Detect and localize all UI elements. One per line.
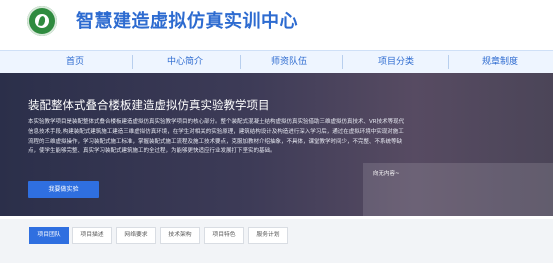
tab-project-description[interactable]: 项目描述 [72,227,112,244]
nav-item-project-categories[interactable]: 项目分类 [361,51,431,73]
project-tabs: 项目团队 项目描述 网络要求 技术架构 项目特色 服务计划 [0,219,553,263]
start-experiment-button[interactable]: 我要做实验 [28,181,99,198]
nav-divider [132,55,133,69]
project-title: 装配整体式叠合楼板建造虚拟仿真实验教学项目 [28,98,270,112]
project-description: 本实验教学项目是装配整体式叠合楼板建造虚拟仿真实验教学项目的核心部分。整个装配式… [28,119,405,155]
side-panel-label: 向无内容~ [373,171,400,177]
nav-item-regulations[interactable]: 规章制度 [465,51,535,73]
nav-item-home[interactable]: 首页 [40,51,110,73]
main-nav: 首页 中心简介 师资队伍 项目分类 规章制度 [0,50,553,74]
tab-project-features[interactable]: 项目特色 [204,227,244,244]
tab-network-requirements[interactable]: 网络要求 [116,227,156,244]
tab-technical-architecture[interactable]: 技术架构 [160,227,200,244]
nav-item-center-intro[interactable]: 中心简介 [150,51,220,73]
nav-item-faculty[interactable]: 师资队伍 [254,51,324,73]
tab-project-team[interactable]: 项目团队 [29,227,69,244]
site-title[interactable]: 智慧建造虚拟仿真实训中心 [76,10,298,34]
nav-divider [342,55,343,69]
university-logo-icon[interactable] [27,6,57,36]
site-header: 智慧建造虚拟仿真实训中心 [0,0,553,46]
nav-divider [448,55,449,69]
nav-divider [240,55,241,69]
tab-service-plan[interactable]: 服务计划 [248,227,288,244]
